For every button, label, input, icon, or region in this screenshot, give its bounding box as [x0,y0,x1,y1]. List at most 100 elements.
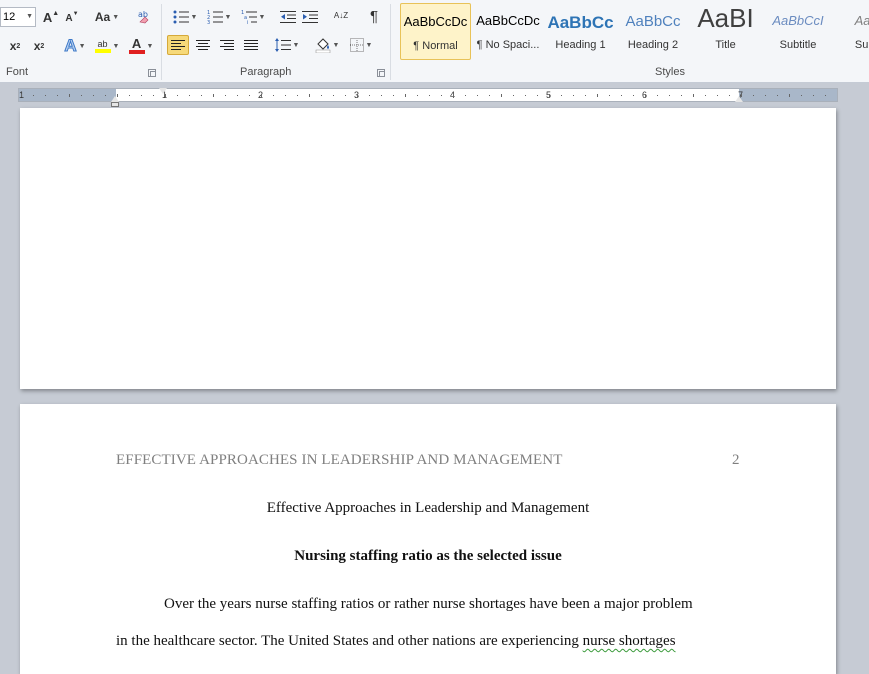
bullets-icon [173,10,189,24]
document-title: Effective Approaches in Leadership and M… [266,500,590,516]
style-tile[interactable]: AaBbCcDc ¶ Normal [400,3,471,60]
ruler-tick [201,95,202,96]
superscript-button[interactable]: x2 [30,36,48,56]
subscript-button[interactable]: x2 [6,36,24,56]
ruler-tick [513,95,514,96]
decrease-indent-icon [280,11,296,23]
left-indent-marker[interactable] [111,102,119,107]
font-color-button[interactable]: A ▼ [126,36,156,56]
grammar-flagged-text[interactable]: nurse shortages [583,633,676,649]
borders-button[interactable]: ▼ [346,35,376,55]
multilevel-list-button[interactable]: 1 a i ▼ [238,7,268,27]
line-spacing-icon [274,38,291,52]
align-right-button[interactable] [216,35,238,55]
decrease-indent-button[interactable] [278,7,298,27]
body-text-line: in the healthcare sector. The United Sta… [116,633,676,650]
group-divider [390,4,391,80]
change-case-icon: Aa [94,10,111,24]
increase-indent-button[interactable] [300,7,320,27]
ruler-tick [573,95,574,96]
ruler-tick [645,94,646,97]
text-effects-button[interactable]: A ▼ [60,36,90,56]
body-text-segment: in the healthcare sector. The United Sta… [116,633,583,649]
chevron-down-icon[interactable]: ▼ [26,8,33,26]
section-heading: Nursing staffing ratio as the selected i… [294,548,562,564]
right-indent-marker[interactable] [735,96,743,102]
bullets-button[interactable]: ▼ [170,7,200,27]
ruler-tick [525,95,526,96]
ruler-tick [753,95,754,96]
justify-icon [244,39,258,51]
svg-text:i: i [247,20,248,24]
style-name: Heading 1 [555,39,606,51]
ruler-tick [33,95,34,96]
page-number: 2 [732,452,740,468]
sort-button[interactable]: A↓Z [330,6,352,26]
ruler-tick [597,94,598,97]
font-size-box[interactable]: 12 ▼ [0,7,36,27]
ruler-tick [141,95,142,96]
ruler-tick [621,95,622,96]
ruler-tick [45,95,46,96]
align-center-button[interactable] [192,35,214,55]
ruler-tick [321,95,322,96]
grow-font-button[interactable]: A ▲ [42,7,60,27]
style-tile[interactable]: AaBbCcI Subtitle [763,3,834,60]
ruler-tick [165,94,166,97]
style-name: ¶ Normal [413,40,458,52]
shrink-font-button[interactable]: A ▼ [64,8,80,28]
ruler-tick [453,94,454,97]
subscript-icon: x [9,39,17,53]
ruler-tick [81,95,82,96]
ruler-tick [825,95,826,96]
style-tile[interactable]: AaBbCc Heading 2 [618,3,689,60]
justify-button[interactable] [240,35,262,55]
ruler-tick [465,95,466,96]
paragraph-dialog-launcher-icon[interactable] [377,69,385,77]
ruler-tick [669,95,670,96]
pilcrow-icon: ¶ [369,7,379,25]
ruler-tick [273,95,274,96]
ruler-tick [93,95,94,96]
highlight-button[interactable]: ab ▼ [92,36,122,56]
ruler-tick [69,94,70,97]
highlight-icon: ab [97,39,108,49]
ruler-tick [417,95,418,96]
paint-bucket-icon [315,38,330,53]
ruler-tick [477,95,478,96]
ruler-tick [429,95,430,96]
ruler-tick [285,95,286,96]
body-text-line: Over the years nurse staffing ratios or … [164,596,693,612]
ruler-tick [129,95,130,96]
style-tile[interactable]: AaBI Title [690,3,761,60]
align-left-button[interactable] [167,35,189,55]
multilevel-list-icon: 1ai [241,10,257,24]
highlight-color-bar [94,49,111,53]
style-tile[interactable]: AaBbCc Heading 1 [545,3,616,60]
document-page-2[interactable]: EFFECTIVE APPROACHES IN LEADERSHIP AND M… [20,404,836,674]
align-right-icon [220,39,234,51]
font-color-bar [128,50,145,54]
shrink-font-icon: A [65,12,73,24]
style-tile[interactable]: AaBb Subtle [835,3,869,60]
sort-icon: A↓Z [333,11,349,20]
style-tile[interactable]: AaBbCcDc ¶ No Spaci... [473,3,544,60]
change-case-button[interactable]: Aa ▼ [92,7,122,27]
shading-button[interactable]: ▼ [312,35,342,55]
ruler-tick [189,95,190,96]
style-name: Heading 2 [627,39,679,51]
ruler-tick [765,95,766,96]
horizontal-ruler[interactable]: 11234567 [18,88,838,102]
superscript-mark: 2 [40,42,45,50]
clear-formatting-button[interactable]: ab [135,6,155,26]
style-preview: AaBbCcDc [403,14,468,29]
font-dialog-launcher-icon[interactable] [148,69,156,77]
document-page-1[interactable] [20,108,836,389]
ruler-tick [729,95,730,96]
show-formatting-marks-button[interactable]: ¶ [364,6,384,26]
style-preview: AaBb [854,13,869,28]
numbering-button[interactable]: 1 2 3 ▼ [204,7,234,27]
ruler-tick [801,95,802,96]
first-line-indent-marker[interactable] [159,88,167,94]
line-spacing-button[interactable]: ▼ [272,35,302,55]
